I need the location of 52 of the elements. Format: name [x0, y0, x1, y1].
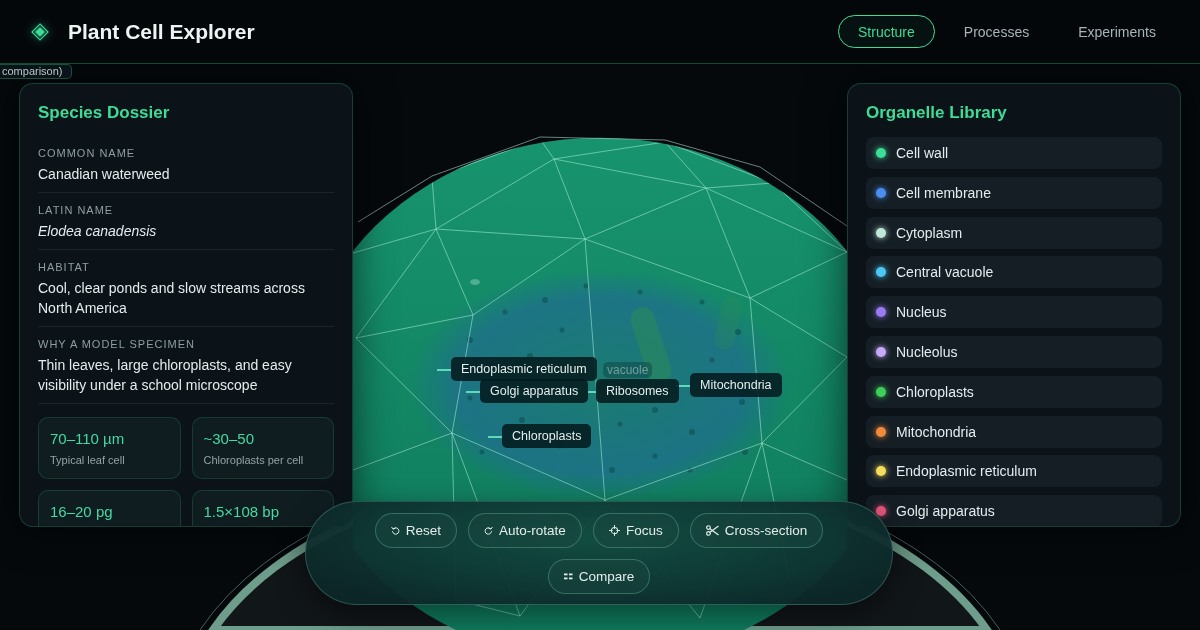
nav-tab[interactable]: Experiments: [1058, 15, 1176, 48]
leader-line: [437, 369, 451, 371]
organelle-item[interactable]: Cell wall: [866, 137, 1162, 169]
panel-title: Organelle Library: [866, 103, 1008, 123]
organelle-item[interactable]: Nucleus: [866, 296, 1162, 329]
app-title: Plant Cell Explorer: [68, 18, 255, 45]
organelle-item[interactable]: Golgi apparatus: [866, 495, 1162, 526]
organelle-label: Ribosomes: [596, 379, 679, 403]
stat-caption: Typical leaf cell: [50, 453, 125, 467]
field-label: HABITAT: [38, 260, 90, 274]
field-label: COMMON NAME: [38, 146, 136, 160]
view-control-button[interactable]: Focus: [592, 513, 679, 548]
field-value: Elodea canadensis: [38, 222, 157, 241]
scissors-icon: [705, 525, 719, 536]
panel-title: Species Dossier: [38, 103, 171, 123]
organelle-item[interactable]: Nucleolus: [866, 336, 1162, 368]
field-label: LATIN NAME: [38, 203, 114, 217]
diamond-logo-icon: [31, 22, 49, 41]
organelle-label: Endoplasmic reticulum: [451, 357, 597, 381]
organelle-item[interactable]: Endoplasmic reticulum: [866, 455, 1162, 488]
circular-arrow-icon: [390, 526, 400, 535]
view-control-button[interactable]: Cross-section: [689, 513, 824, 548]
stat-value: ~30–50: [203, 429, 254, 449]
leader-line: [466, 391, 480, 393]
view-control-button[interactable]: Auto-rotate: [468, 513, 582, 548]
nav-tab[interactable]: Structure: [838, 15, 935, 48]
organelle-item[interactable]: Cell membrane: [866, 176, 1162, 209]
stat-value: 16–20 pg: [50, 502, 113, 522]
circular-arrow-icon: [484, 526, 494, 535]
organelle-label: Golgi apparatus: [480, 379, 589, 403]
organelle-label: vacuole: [603, 362, 653, 378]
nav-tab[interactable]: Processes: [943, 15, 1050, 48]
tooltip: comparison): [0, 64, 72, 79]
organelle-item[interactable]: Chloroplasts: [866, 375, 1162, 408]
organelle-label: Chloroplasts: [502, 424, 592, 448]
view-control-button[interactable]: Compare: [547, 559, 651, 594]
grid-icon: [563, 573, 573, 580]
stat-value: 70–110 µm: [50, 429, 125, 449]
field-value: Cool, clear ponds and slow streams across North America: [38, 279, 306, 318]
leader-line: [676, 385, 690, 387]
organelle-item[interactable]: Mitochondria: [866, 415, 1162, 448]
view-control-button[interactable]: Reset: [374, 513, 458, 548]
leader-line: [488, 436, 502, 438]
stat-caption: Chloroplasts per cell: [203, 453, 304, 467]
organelle-item[interactable]: Cytoplasm: [866, 216, 1162, 249]
field-label: WHY A MODEL SPECIMEN: [38, 337, 195, 351]
field-value: Thin leaves, large chloroplasts, and easy visibility under a school microscope: [38, 356, 293, 395]
organelle-label: Mitochondria: [690, 373, 782, 397]
stat-value: 1.5×108 bp: [203, 502, 279, 522]
crosshair-icon: [608, 525, 620, 536]
field-value: Canadian waterweed: [38, 165, 170, 184]
organelle-item[interactable]: Central vacuole: [866, 256, 1162, 289]
